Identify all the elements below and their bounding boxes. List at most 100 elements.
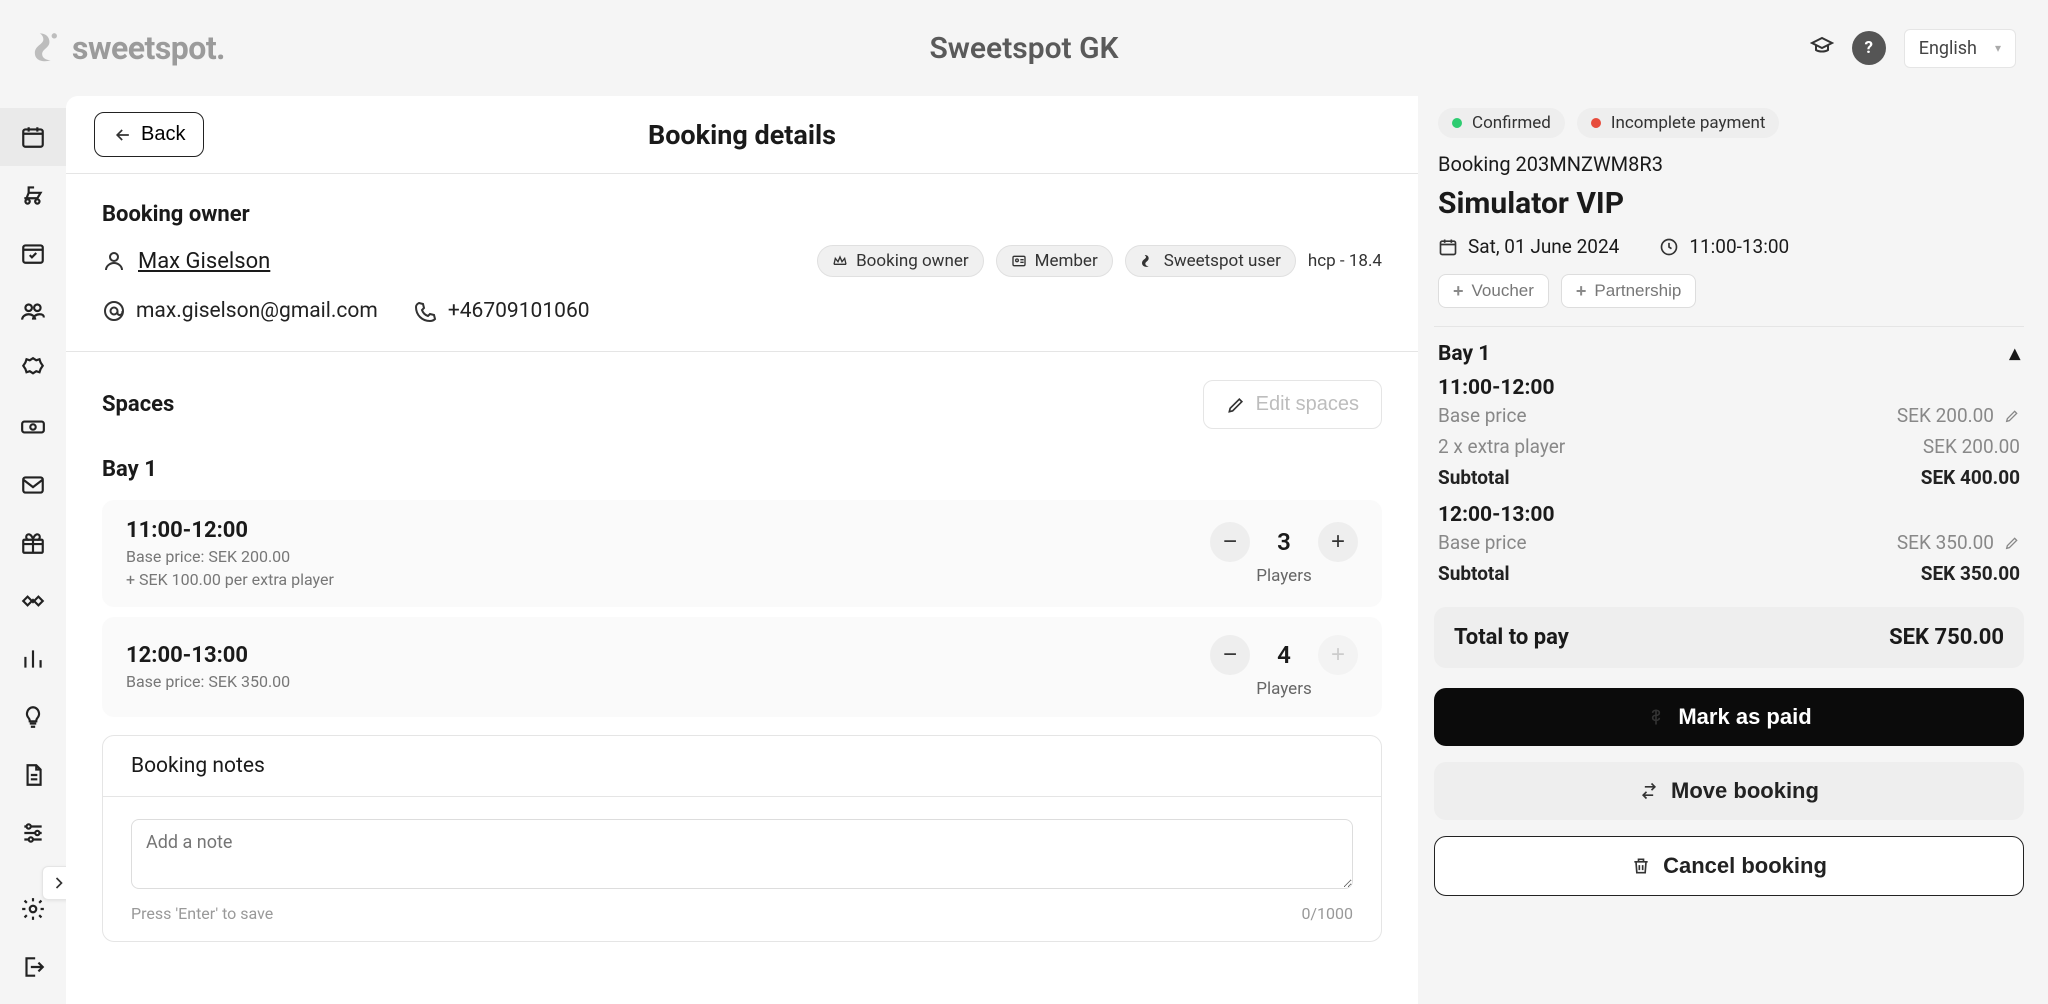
subtotal-label: Subtotal — [1438, 466, 1510, 489]
id-card-icon — [1011, 253, 1027, 269]
calendar-icon — [1438, 237, 1458, 257]
sidebar-schedule[interactable] — [0, 224, 66, 282]
sidebar-bulb[interactable] — [0, 688, 66, 746]
add-partnership-button[interactable]: + Partnership — [1561, 274, 1696, 308]
slot-extra: + SEK 100.00 per extra player — [126, 570, 334, 589]
notes-input[interactable] — [131, 819, 1353, 889]
dot-red-icon — [1591, 118, 1601, 128]
cancel-booking-button[interactable]: Cancel booking — [1434, 836, 2024, 896]
phone-icon — [414, 299, 438, 323]
slot-time: 11:00-12:00 — [126, 518, 334, 543]
total-value: SEK 750.00 — [1889, 625, 2004, 650]
language-select[interactable]: English ▾ — [1904, 29, 2016, 68]
notes-counter: 0/1000 — [1301, 904, 1353, 923]
sidebar-badge[interactable] — [0, 340, 66, 398]
owner-name-link[interactable]: Max Giselson — [138, 249, 270, 274]
plus-icon: + — [1576, 282, 1587, 300]
chevron-down-icon: ▾ — [1995, 41, 2001, 55]
brand-logo: sweetspot. — [32, 29, 225, 67]
status-confirmed: Confirmed — [1438, 108, 1565, 138]
sidebar-calendar[interactable] — [0, 108, 66, 166]
line-label: 2 x extra player — [1438, 435, 1565, 458]
line-value: SEK 350.00 — [1897, 531, 1994, 554]
increase-players-button: + — [1318, 635, 1358, 675]
player-stepper: − 3 + Players — [1210, 522, 1358, 586]
line-label: Base price — [1438, 531, 1527, 554]
subtotal-label: Subtotal — [1438, 562, 1510, 585]
decrease-players-button[interactable]: − — [1210, 635, 1250, 675]
sidebar-gift[interactable] — [0, 514, 66, 572]
topbar: sweetspot. Sweetspot GK ? English ▾ — [0, 0, 2048, 96]
spaces-title: Spaces — [102, 392, 174, 417]
subtotal-value: SEK 350.00 — [1921, 562, 2020, 585]
bay-title: Bay 1 — [66, 439, 1418, 490]
slot-row: 11:00-12:00 Base price: SEK 200.00 + SEK… — [102, 500, 1382, 607]
app-title: Sweetspot GK — [929, 31, 1118, 66]
booking-owner-title: Booking owner — [102, 202, 1382, 227]
hcp-value: hcp - 18.4 — [1308, 251, 1382, 271]
help-icon[interactable]: ? — [1852, 31, 1886, 65]
sweetspot-mini-icon — [1140, 253, 1156, 269]
sidebar-handshake[interactable] — [0, 572, 66, 630]
sidebar — [0, 96, 66, 1004]
booking-notes-card: Booking notes Press 'Enter' to save 0/10… — [102, 735, 1382, 942]
back-label: Back — [141, 123, 185, 146]
spaces-header: Spaces Edit spaces — [66, 352, 1418, 439]
decrease-players-button[interactable]: − — [1210, 522, 1250, 562]
language-label: English — [1919, 38, 1977, 59]
dot-green-icon — [1452, 118, 1462, 128]
edit-spaces-button[interactable]: Edit spaces — [1203, 380, 1382, 429]
pencil-icon[interactable] — [2004, 535, 2020, 551]
player-count: 3 — [1272, 528, 1296, 556]
sidebar-stats[interactable] — [0, 630, 66, 688]
summary-bay-title: Bay 1 — [1438, 342, 1490, 366]
total-label: Total to pay — [1454, 625, 1569, 650]
sidebar-cash[interactable] — [0, 398, 66, 456]
sidebar-sliders[interactable] — [0, 804, 66, 862]
collapse-icon[interactable]: ▴ — [2009, 341, 2020, 366]
pill-sweetspot-user: Sweetspot user — [1125, 245, 1296, 277]
sidebar-people[interactable] — [0, 282, 66, 340]
summary-time-heading: 11:00-12:00 — [1434, 376, 2024, 400]
owner-email: max.giselson@gmail.com — [102, 299, 378, 323]
notes-title: Booking notes — [103, 736, 1381, 797]
pencil-icon — [1226, 395, 1246, 415]
pencil-icon[interactable] — [2004, 408, 2020, 424]
players-label: Players — [1256, 679, 1311, 699]
back-button[interactable]: Back — [94, 112, 204, 157]
notes-hint: Press 'Enter' to save — [131, 904, 273, 923]
plus-icon: + — [1453, 282, 1464, 300]
sidebar-logout[interactable] — [0, 938, 66, 996]
person-icon — [102, 249, 126, 273]
sweetspot-mark-icon — [32, 31, 62, 65]
status-incomplete-payment: Incomplete payment — [1577, 108, 1780, 138]
slot-base-price: Base price: SEK 350.00 — [126, 672, 290, 691]
booking-time: 11:00-13:00 — [1659, 235, 1789, 258]
summary-time-heading: 12:00-13:00 — [1434, 503, 2024, 527]
sidebar-mail[interactable] — [0, 456, 66, 514]
total-row: Total to pay SEK 750.00 — [1434, 607, 2024, 668]
slot-time: 12:00-13:00 — [126, 643, 290, 668]
pill-member: Member — [996, 245, 1113, 277]
sidebar-page[interactable] — [0, 746, 66, 804]
players-label: Players — [1256, 566, 1311, 586]
owner-phone: +46709101060 — [414, 299, 590, 323]
product-name: Simulator VIP — [1434, 186, 2024, 221]
clock-icon — [1659, 237, 1679, 257]
main-header: Back Booking details — [66, 96, 1418, 174]
mark-as-paid-button[interactable]: Mark as paid — [1434, 688, 2024, 746]
add-voucher-button[interactable]: + Voucher — [1438, 274, 1549, 308]
increase-players-button[interactable]: + — [1318, 522, 1358, 562]
line-label: Base price — [1438, 404, 1527, 427]
booking-owner-section: Booking owner Max Giselson Booking owner… — [66, 174, 1418, 351]
line-value: SEK 200.00 — [1897, 404, 1994, 427]
slot-row: 12:00-13:00 Base price: SEK 350.00 − 4 +… — [102, 617, 1382, 717]
pill-booking-owner: Booking owner — [817, 245, 984, 277]
brand-text: sweetspot. — [72, 29, 225, 67]
sidebar-golf-cart[interactable] — [0, 166, 66, 224]
dollar-icon — [1646, 707, 1666, 727]
slot-base-price: Base price: SEK 200.00 — [126, 547, 334, 566]
move-booking-button[interactable]: Move booking — [1434, 762, 2024, 820]
arrow-left-icon — [113, 125, 133, 145]
academy-icon[interactable] — [1810, 34, 1834, 63]
